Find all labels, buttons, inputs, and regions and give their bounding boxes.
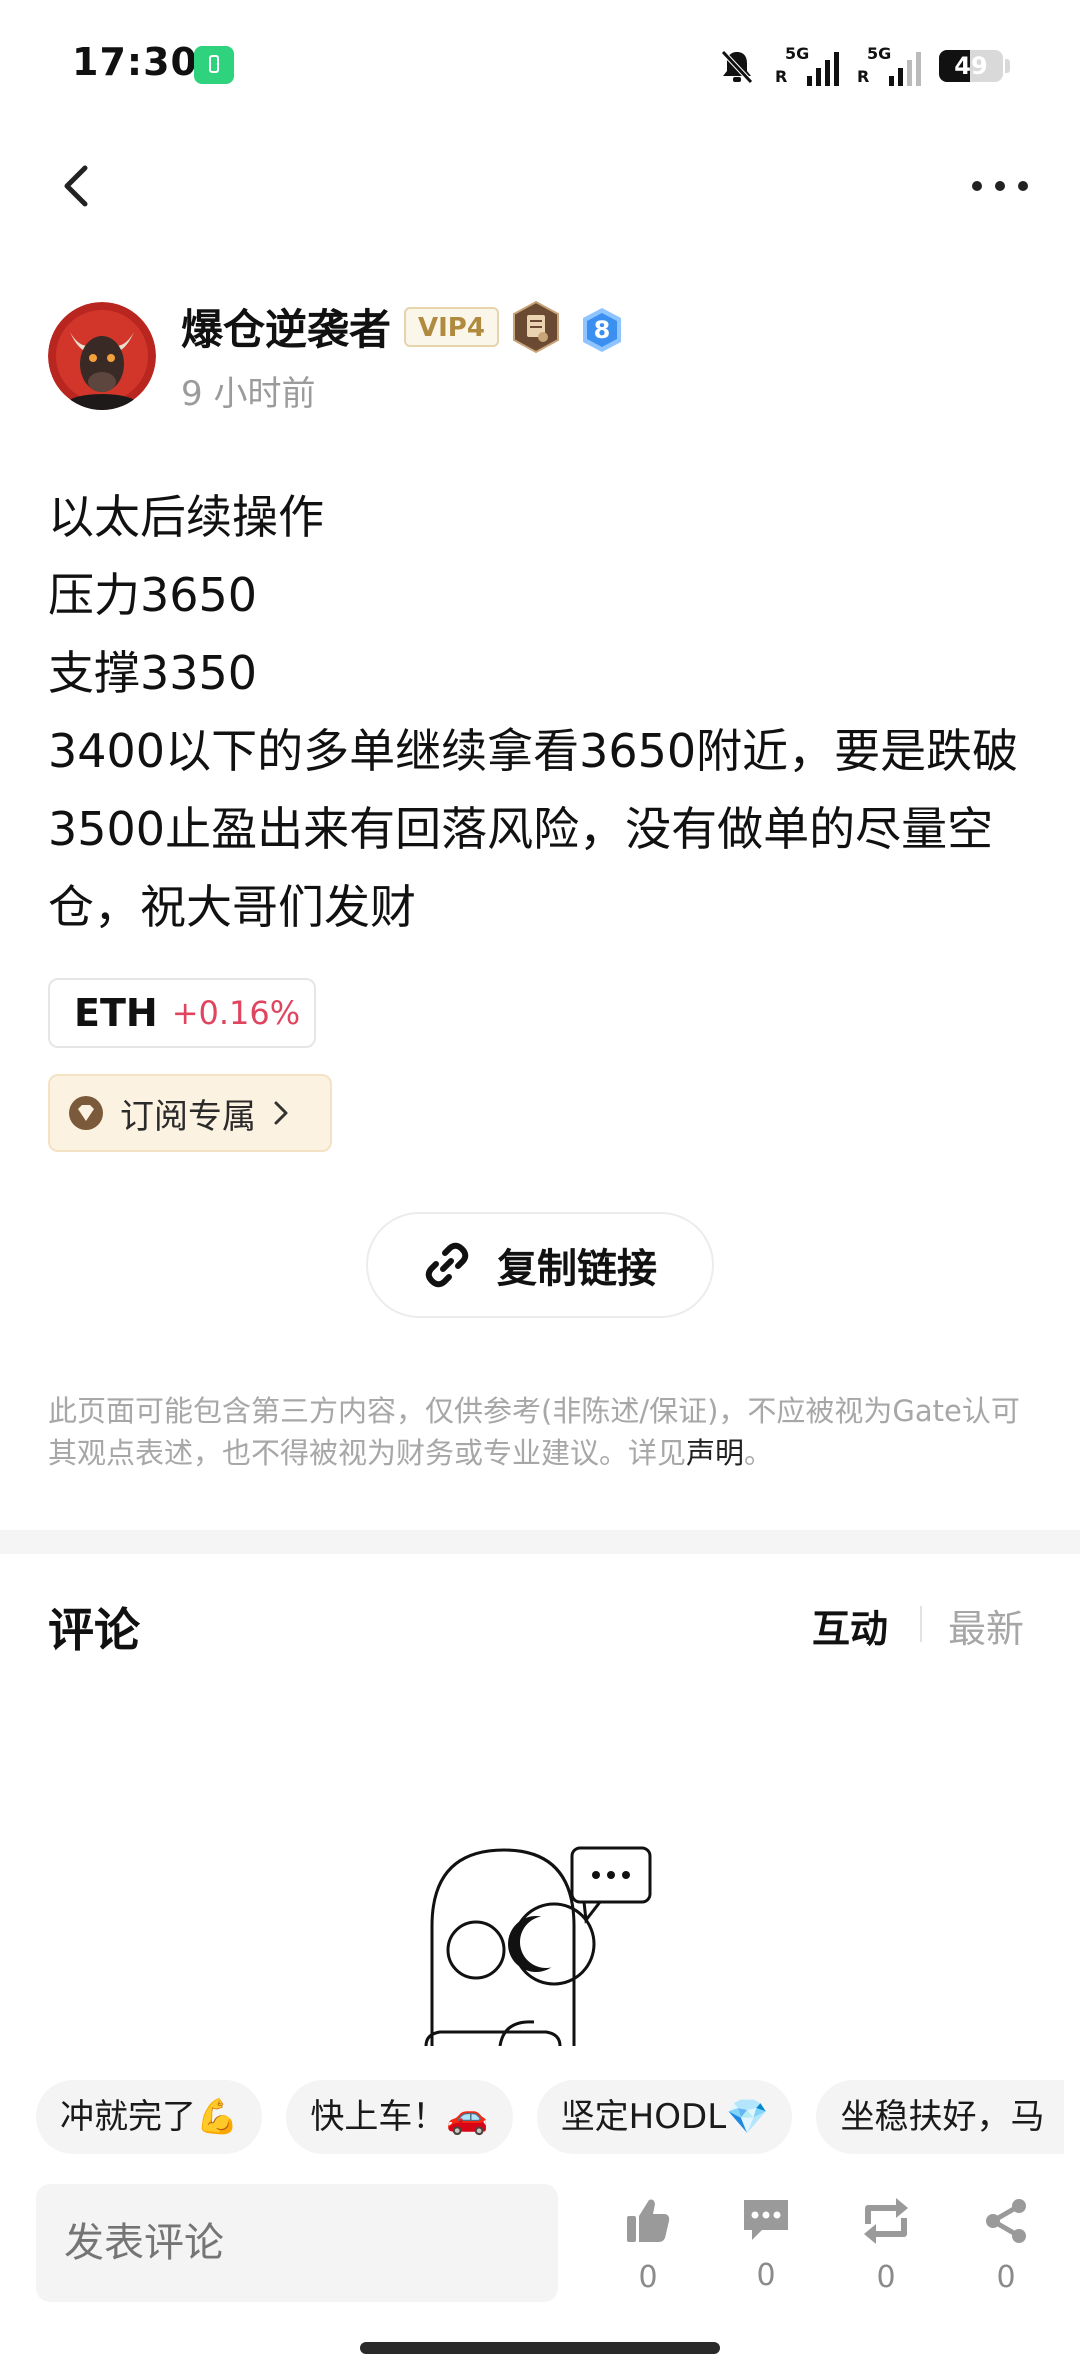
post-line: 支撑3350 — [48, 646, 258, 700]
repost-icon — [864, 2198, 908, 2244]
quick-reply-chip[interactable]: 坐稳扶好，马 — [816, 2080, 1065, 2154]
back-arrow-icon — [64, 165, 88, 207]
status-icons: 5G R 5G R 49 — [717, 44, 1010, 88]
share-count: 0 — [996, 2260, 1016, 2295]
empty-comments-illustration — [424, 1846, 652, 2046]
comments-title: 评论 — [48, 1603, 140, 1657]
comment-button[interactable]: 0 — [726, 2196, 806, 2306]
repost-button[interactable]: 0 — [846, 2196, 926, 2306]
thumbs-up-icon — [627, 2199, 670, 2242]
post-line: 压力3650 — [48, 568, 258, 622]
disclaimer-link[interactable]: 声明 — [686, 1436, 744, 1470]
back-button[interactable] — [52, 162, 100, 210]
quick-replies: 冲就完了💪 快上车！🚗 坚定HODL💎 坐稳扶好，马 — [36, 2080, 1065, 2154]
chevron-right-icon — [274, 1101, 288, 1125]
coin-change: +0.16% — [171, 994, 301, 1032]
signal-icon: 5G R — [857, 44, 921, 88]
post-line: 以太后续操作 — [48, 490, 324, 544]
coin-tag-eth[interactable]: ETH +0.16% — [48, 978, 316, 1048]
more-options-button[interactable] — [972, 170, 1028, 202]
comment-input[interactable] — [36, 2184, 558, 2302]
home-indicator[interactable] — [360, 2342, 720, 2354]
comment-count: 0 — [756, 2258, 776, 2293]
sim1-roaming-label: R — [775, 67, 788, 86]
tab-separator — [920, 1606, 922, 1642]
post-time: 9 小时前 — [181, 374, 316, 414]
battery-saver-icon — [194, 46, 234, 84]
author-name[interactable]: 爆仓逆袭者 — [181, 300, 391, 360]
repost-count: 0 — [876, 2260, 896, 2295]
like-count: 0 — [638, 2260, 658, 2295]
copy-link-label: 复制链接 — [497, 1246, 657, 1292]
copy-link-button[interactable]: 复制链接 — [366, 1212, 714, 1318]
subscribe-label: 订阅专属 — [120, 1096, 256, 1137]
signal-icon: 5G R — [775, 44, 839, 88]
disclaimer-end: 。 — [744, 1436, 774, 1470]
avatar[interactable] — [48, 302, 156, 410]
battery-icon: 49 — [939, 50, 1003, 82]
bell-muted-icon — [721, 50, 753, 84]
battery-level: 49 — [954, 52, 988, 80]
tab-interact[interactable]: 互动 — [812, 1598, 888, 1653]
share-icon — [986, 2199, 1026, 2243]
level-number: 8 — [593, 316, 611, 344]
disclaimer: 此页面可能包含第三方内容，仅供参考(非陈述/保证)，不应被视为Gate认可其观点… — [48, 1390, 1032, 1474]
diamond-icon — [69, 1096, 103, 1130]
link-icon — [425, 1242, 469, 1288]
disclaimer-text: 此页面可能包含第三方内容，仅供参考(非陈述/保证)，不应被视为Gate认可其观点… — [48, 1394, 1020, 1470]
comment-icon — [744, 2200, 788, 2240]
coin-symbol: ETH — [74, 991, 158, 1035]
subscribe-exclusive-button[interactable]: 订阅专属 — [48, 1074, 332, 1152]
vip-badge: VIP4 — [404, 307, 499, 347]
quick-reply-chip[interactable]: 冲就完了💪 — [36, 2080, 263, 2154]
level-badge: 8 — [580, 306, 624, 354]
share-button[interactable]: 0 — [966, 2196, 1046, 2306]
status-time: 17:30 — [72, 40, 198, 84]
rank-medal-icon — [513, 300, 559, 354]
sim2-roaming-label: R — [857, 67, 870, 86]
tab-latest[interactable]: 最新 — [948, 1598, 1024, 1653]
quick-reply-chip[interactable]: 快上车！🚗 — [286, 2080, 513, 2154]
quick-reply-chip[interactable]: 坚定HODL💎 — [536, 2080, 793, 2154]
sim2-network-label: 5G — [867, 44, 892, 63]
sim1-network-label: 5G — [785, 44, 810, 63]
like-button[interactable]: 0 — [608, 2196, 688, 2306]
post-line: 3400以下的多单继续拿看3650附近，要是跌破3500止盈出来有回落风险，没有… — [48, 724, 1019, 934]
more-options-icon — [972, 181, 982, 191]
post-body: 以太后续操作 压力3650 支撑3350 3400以下的多单继续拿看3650附近… — [48, 478, 1028, 946]
section-divider — [0, 1530, 1080, 1554]
